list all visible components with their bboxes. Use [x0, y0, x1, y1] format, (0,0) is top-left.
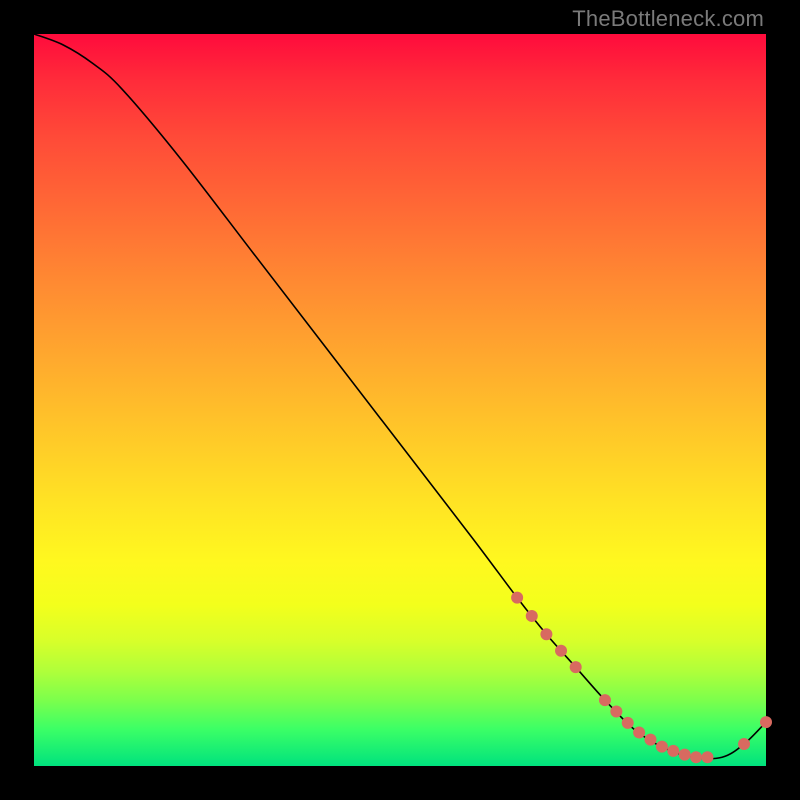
curve-layer	[34, 34, 766, 766]
marker-dot	[633, 726, 645, 738]
marker-dot	[667, 745, 679, 757]
marker-dot	[599, 694, 611, 706]
marker-dot	[526, 610, 538, 622]
marker-dot	[645, 734, 657, 746]
marker-dot	[656, 741, 668, 753]
marker-dot	[540, 628, 552, 640]
marker-dot	[570, 661, 582, 673]
plot-area	[34, 34, 766, 766]
marker-dot	[555, 645, 567, 657]
marker-dot	[622, 717, 634, 729]
marker-dot	[738, 738, 750, 750]
data-markers	[511, 592, 772, 764]
marker-dot	[679, 749, 691, 761]
chart-frame: TheBottleneck.com	[0, 0, 800, 800]
marker-dot	[511, 592, 523, 604]
watermark: TheBottleneck.com	[572, 6, 764, 32]
marker-dot	[610, 706, 622, 718]
marker-dot	[760, 716, 772, 728]
marker-dot	[701, 751, 713, 763]
marker-dot	[690, 751, 702, 763]
bottleneck-curve	[34, 34, 766, 759]
